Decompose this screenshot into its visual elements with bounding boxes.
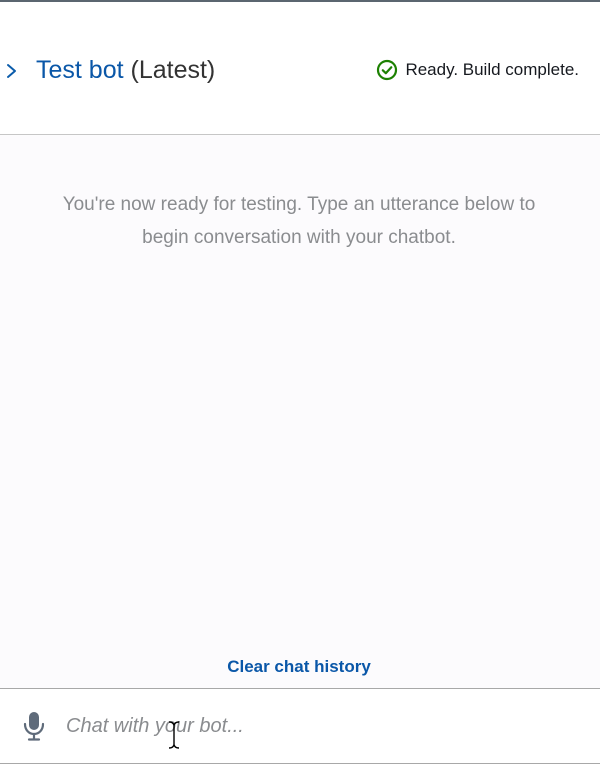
panel-header: Test bot (Latest) Ready. Build complete. (0, 2, 600, 135)
conversation-area: You're now ready for testing. Type an ut… (0, 136, 600, 688)
chat-input-bar (0, 688, 600, 764)
build-status-text: Ready. Build complete. (405, 60, 579, 79)
bot-name-link[interactable]: Test bot (36, 56, 124, 84)
check-circle-icon (376, 59, 398, 81)
chevron-right-icon[interactable] (4, 58, 20, 82)
chat-input[interactable] (66, 707, 566, 745)
build-status: Ready. Build complete. (376, 58, 579, 82)
bot-version-label: (Latest) (123, 56, 216, 84)
welcome-message: You're now ready for testing. Type an ut… (62, 194, 536, 248)
clear-chat-history-link[interactable]: Clear chat history (0, 657, 598, 677)
panel-title: Test bot (Latest) (36, 54, 215, 86)
text-cursor-icon (166, 720, 182, 750)
microphone-icon[interactable] (21, 711, 47, 741)
test-bot-panel: Test bot (Latest) Ready. Build complete.… (0, 0, 600, 767)
